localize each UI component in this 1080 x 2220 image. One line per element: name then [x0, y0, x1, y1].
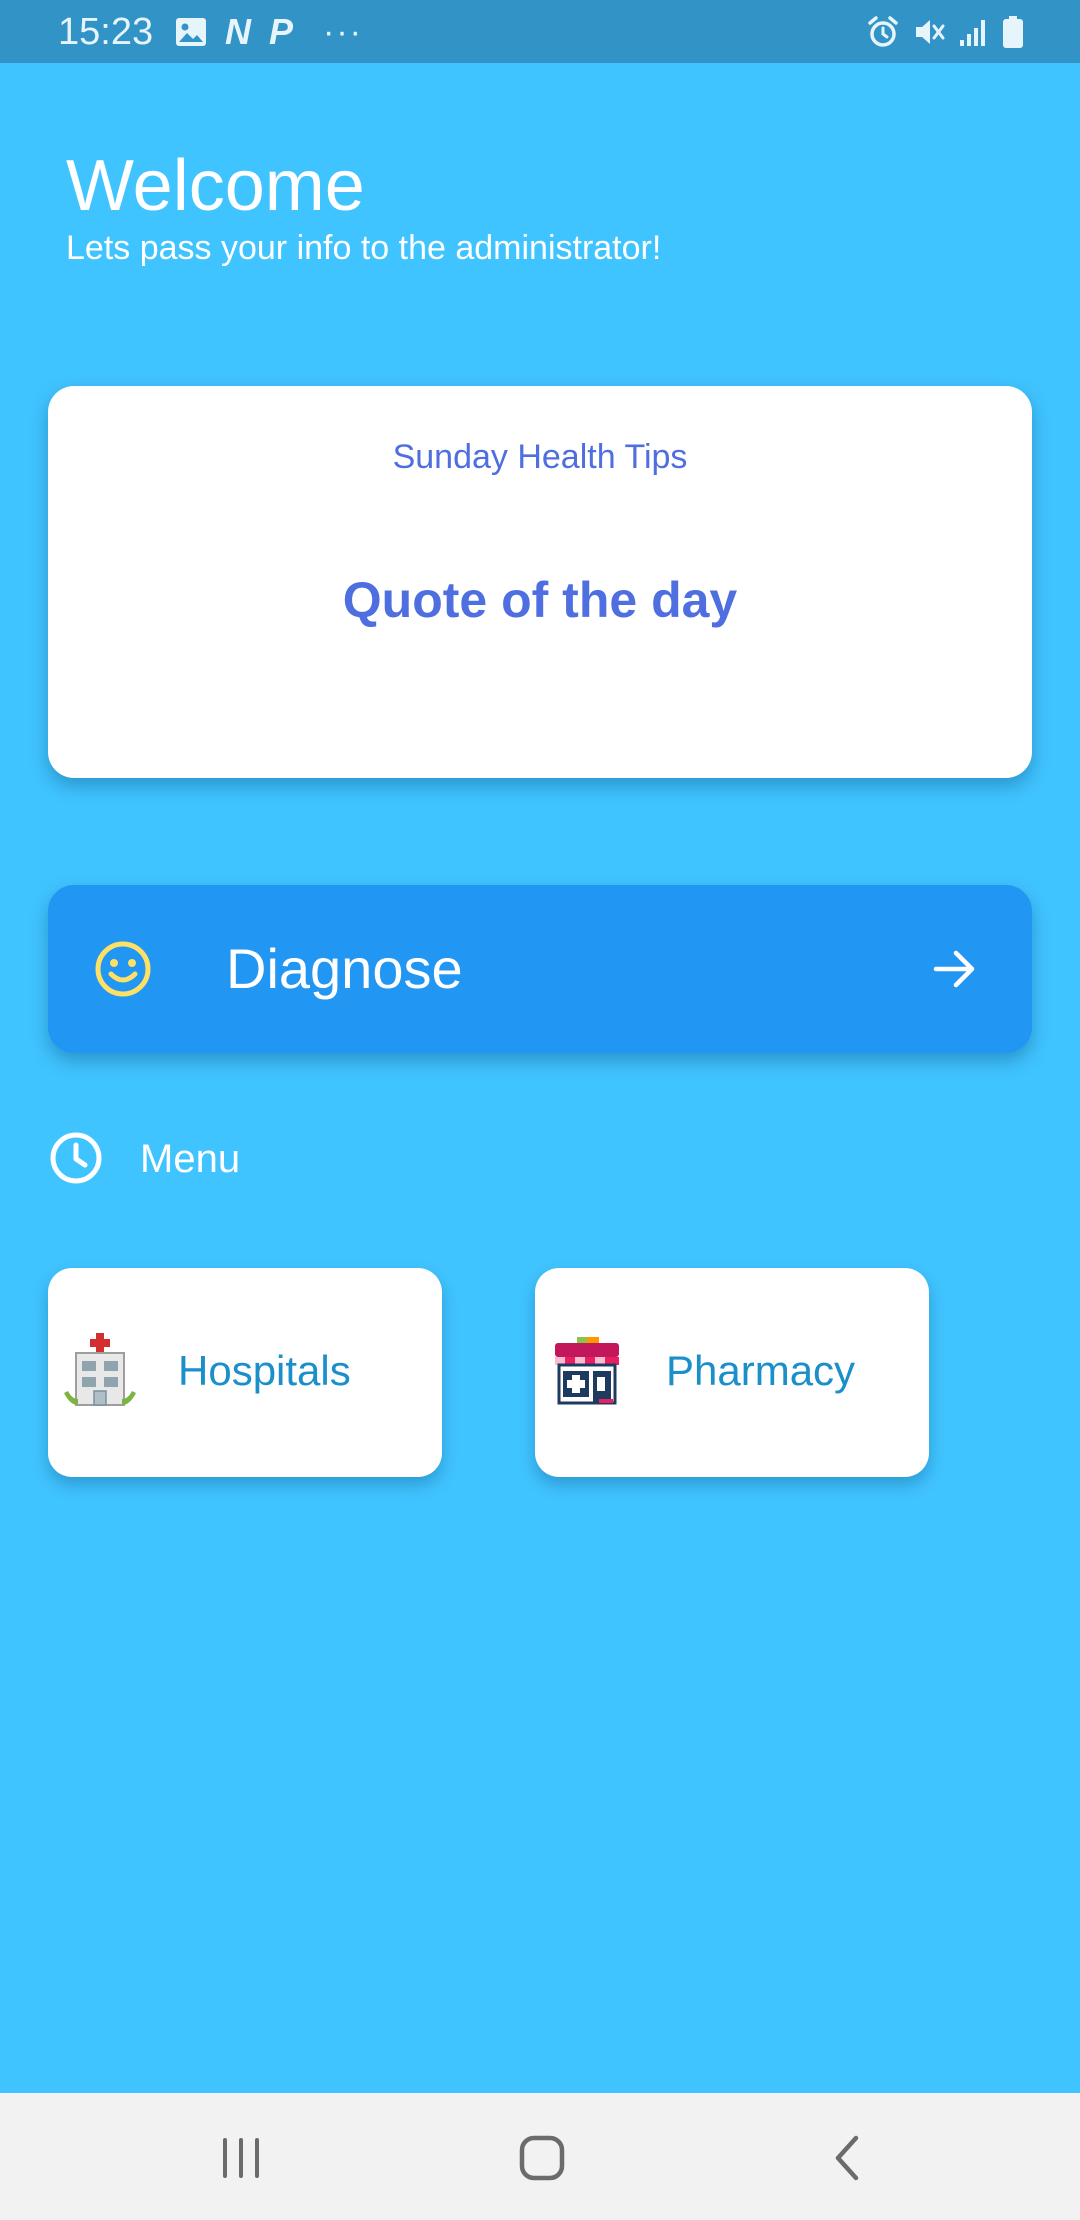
diagnose-button[interactable]: [48, 885, 1032, 1053]
status-notification-icons: N P ···: [175, 14, 363, 50]
alarm-icon: [866, 15, 900, 49]
tile-label-pharmacy: Pharmacy: [666, 1347, 856, 1394]
back-icon[interactable]: [818, 2128, 878, 2188]
n-notification-icon: N: [225, 11, 251, 52]
menu-label: Menu: [140, 1137, 241, 1181]
status-system-icons: [866, 14, 1024, 50]
battery-icon: [1002, 15, 1024, 49]
quote-card-title: Quote of the day: [342, 572, 738, 628]
signal-icon: [958, 16, 990, 48]
tile-label-hospitals: Hospitals: [178, 1347, 351, 1394]
hospital-icon: [64, 1333, 136, 1406]
page-subtitle: Lets pass your info to the administrator…: [66, 229, 662, 267]
status-time: 15:23: [58, 11, 154, 53]
pharmacy-icon: [555, 1337, 619, 1405]
status-bar: 15:23 N P ···: [0, 0, 1080, 63]
page-title: Welcome: [66, 146, 365, 226]
mute-icon: [912, 15, 946, 49]
smiley-icon: [95, 941, 151, 997]
more-dots-icon: ···: [323, 13, 363, 51]
p-notification-icon: P: [269, 11, 294, 52]
recent-apps-icon[interactable]: [211, 2128, 271, 2188]
home-icon[interactable]: [512, 2128, 572, 2188]
diagnose-label: Diagnose: [226, 937, 463, 1000]
arrow-right-icon[interactable]: [932, 946, 978, 992]
image-icon: [175, 17, 207, 47]
app-screen: 15:23 N P ··· Welcome Lets pass your inf…: [0, 0, 1080, 2220]
clock-icon: [50, 1132, 102, 1184]
quote-card-subtitle: Sunday Health Tips: [392, 438, 688, 476]
